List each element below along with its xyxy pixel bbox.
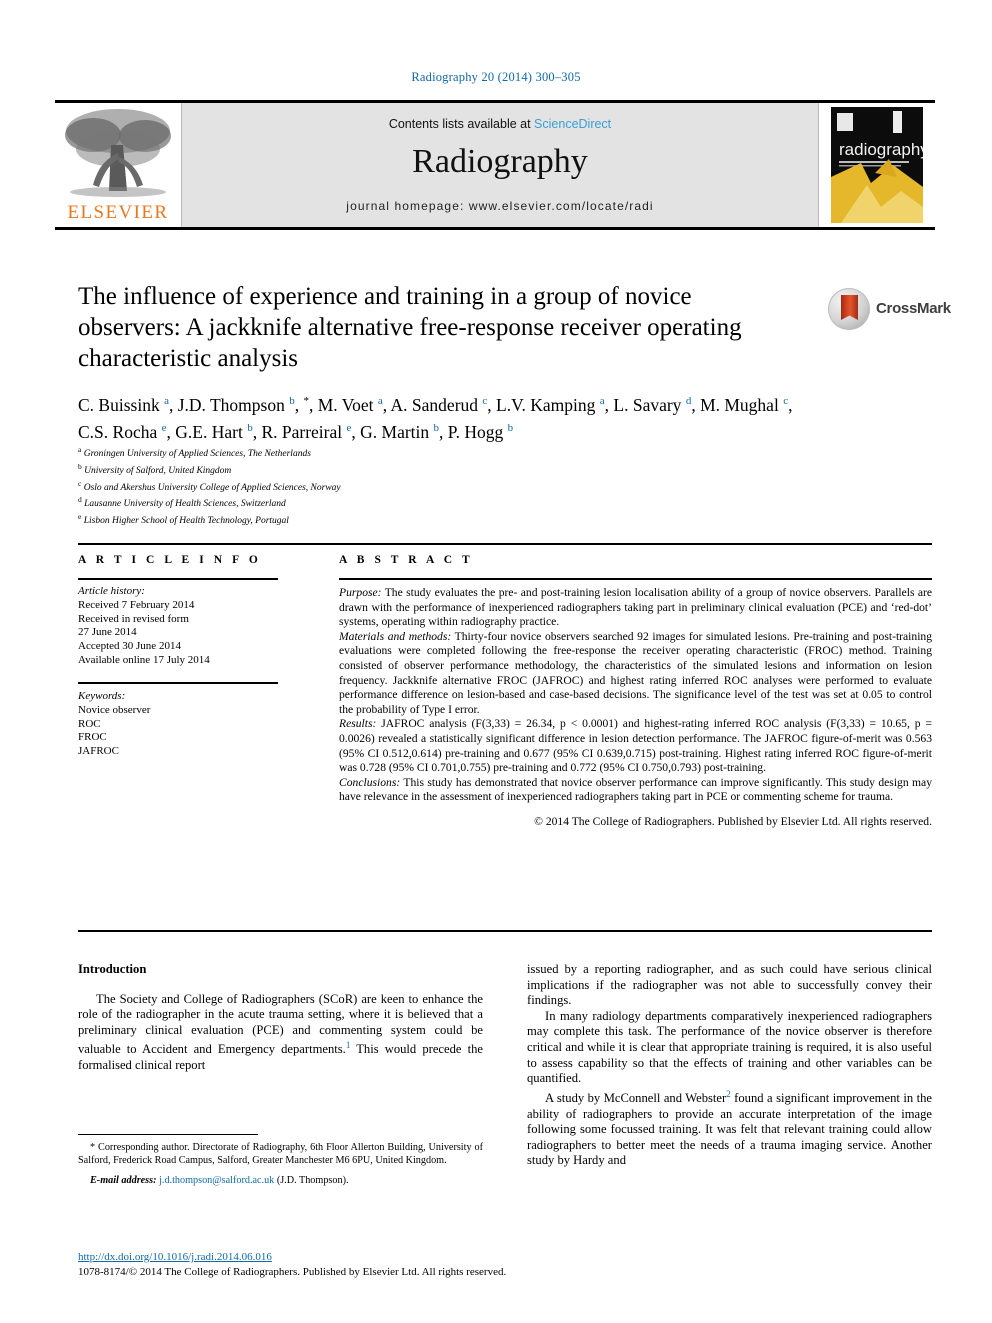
keywords-rule [78,682,278,684]
info-band-top-rule [78,543,932,545]
svg-text:radiography: radiography [839,140,923,159]
journal-masthead: ELSEVIER Contents lists available at Sci… [55,100,935,230]
history-item: Accepted 30 June 2014 [78,640,181,653]
affiliation-mark: e [78,512,82,521]
doi-link[interactable]: http://dx.doi.org/10.1016/j.radi.2014.06… [78,1250,678,1264]
body-paragraph: A study by McConnell and Webster2 found … [527,1088,932,1168]
article-history: Article history: Received 7 February 201… [78,585,288,668]
sciencedirect-link[interactable]: ScienceDirect [534,117,611,131]
affiliation-mark: b [78,461,82,471]
affiliation-item: a Groningen University of Applied Scienc… [78,444,638,461]
footnote-block: * Corresponding author. Directorate of R… [78,1142,483,1188]
affiliation-text: Oslo and Akershus University College of … [83,482,341,493]
abstract-section: Conclusions: This study has demonstrated… [339,776,932,805]
affiliation-item: b University of Salford, United Kingdom [78,461,638,478]
elsevier-tree-icon [65,109,171,197]
keyword-item: ROC [78,717,101,730]
journal-title: Radiography [412,143,588,180]
abstract-section-label: Conclusions: [339,775,401,789]
keyword-item: Novice observer [78,703,151,716]
journal-cover-image: radiography [831,107,923,223]
history-item: 27 June 2014 [78,626,137,639]
journal-cover-thumbnail: radiography [819,103,935,227]
abstract-section-label: Results: [339,717,377,731]
body-paragraph: In many radiology departments comparativ… [527,1008,932,1086]
affiliation-text: Groningen University of Applied Sciences… [83,449,311,460]
footnote-rule [78,1134,258,1136]
info-band-bottom-rule [78,930,932,932]
abstract-section-text: The study evaluates the pre- and post-tr… [339,586,932,629]
article-info-heading: A R T I C L E I N F O [78,554,262,566]
abstract-body: Purpose: The study evaluates the pre- an… [339,586,932,830]
affiliation-text: Lisbon Higher School of Health Technolog… [83,516,289,527]
email-link[interactable]: j.d.thompson@salford.ac.uk [159,1175,274,1186]
intro-paragraph: The Society and College of Radiographers… [78,991,483,1073]
history-item: Received 7 February 2014 [78,598,195,611]
history-item: Received in revised form [78,612,189,625]
abstract-section-text: JAFROC analysis (F(3,33) = 26.34, p < 0.… [339,717,932,775]
abstract-section: Purpose: The study evaluates the pre- an… [339,586,932,630]
crossmark-label: CrossMark [876,300,951,317]
abstract-copyright: © 2014 The College of Radiographers. Pub… [534,814,932,828]
section-heading-introduction: Introduction [78,962,147,976]
abstract-section: Materials and methods: Thirty-four novic… [339,630,932,718]
elsevier-logo: ELSEVIER [55,103,181,227]
abstract-section-label: Materials and methods: [339,629,452,643]
abstract-rule [339,578,932,580]
email-suffix: (J.D. Thompson). [276,1175,349,1187]
contents-available-line: Contents lists available at ScienceDirec… [182,117,818,131]
keyword-item: FROC [78,731,107,744]
cover-artwork: radiography [831,107,923,223]
journal-homepage-link[interactable]: journal homepage: www.elsevier.com/locat… [182,199,818,213]
article-info-rule [78,578,278,580]
abstract-section-label: Purpose: [339,586,382,599]
keyword-item: JAFROC [78,745,119,758]
corresponding-author-note: * Corresponding author. Directorate of R… [78,1142,483,1166]
body-column-right: issued by a reporting radiographer, and … [527,962,932,1169]
affiliation-list: a Groningen University of Applied Scienc… [78,444,638,528]
abstract-section-text: This study has demonstrated that novice … [339,775,932,804]
keywords-block: Keywords: Novice observer ROC FROC JAFRO… [78,690,288,759]
elsevier-wordmark: ELSEVIER [67,202,169,223]
doi-block: http://dx.doi.org/10.1016/j.radi.2014.06… [78,1250,678,1279]
body-column-left: Introduction The Society and College of … [78,962,483,1074]
article-history-label: Article history: [78,585,145,597]
affiliation-mark: c [78,478,82,488]
crossmark-badge[interactable]: CrossMark [828,288,951,330]
abstract-section: Results: JAFROC analysis (F(3,33) = 26.3… [339,717,932,775]
page-title: The influence of experience and training… [78,283,742,372]
keywords-label: Keywords: [78,690,126,702]
affiliation-item: d Lausanne University of Health Sciences… [78,494,638,511]
author-list: C. Buissink a, J.D. Thompson b, *, M. Vo… [78,394,793,442]
running-head: Radiography 20 (2014) 300–305 [411,70,581,84]
contents-prefix: Contents lists available at [388,117,535,131]
affiliation-text: University of Salford, United Kingdom [84,465,232,476]
affiliation-text: Lausanne University of Health Sciences, … [84,499,286,510]
masthead-bottom-rule [55,227,935,230]
affiliation-mark: a [78,445,82,454]
masthead-center-band: Contents lists available at ScienceDirec… [181,103,819,227]
email-label: E-mail address: [90,1175,157,1187]
email-note: E-mail address: j.d.thompson@salford.ac.… [78,1175,483,1188]
affiliation-item: e Lisbon Higher School of Health Technol… [78,511,638,528]
affiliation-item: c Oslo and Akershus University College o… [78,478,638,495]
abstract-heading: A B S T R A C T [339,554,474,566]
body-paragraph: issued by a reporting radiographer, and … [527,962,932,1008]
affiliation-mark: d [78,495,82,505]
history-item: Available online 17 July 2014 [78,653,210,666]
paper-page: Radiography 20 (2014) 300–305 ELSEVIER C… [0,0,992,1323]
issn-copyright: 1078-8174/© 2014 The College of Radiogra… [78,1266,507,1278]
